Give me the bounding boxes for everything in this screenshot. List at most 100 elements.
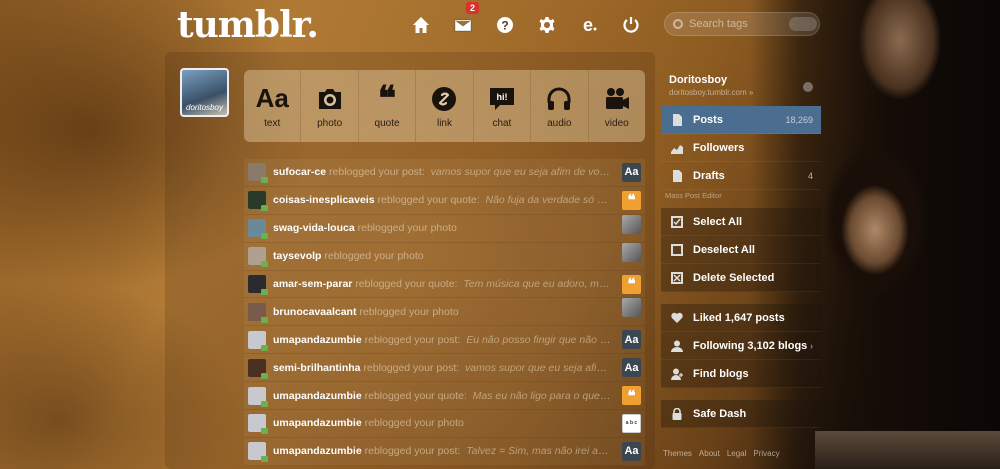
- text-type-icon[interactable]: Aa: [622, 330, 641, 350]
- post-excerpt[interactable]: vamos supor que eu seja afim de v...: [465, 362, 613, 374]
- reblogger-avatar[interactable]: [248, 302, 268, 323]
- activity-text: taysevolp reblogged your photo: [273, 250, 613, 262]
- reblogger-username[interactable]: taysevolp: [273, 250, 321, 262]
- reblogger-username[interactable]: swag-vida-louca: [273, 222, 355, 234]
- blog-settings-icon[interactable]: [803, 82, 813, 92]
- delete-selected-button[interactable]: Delete Selected: [661, 264, 821, 292]
- reblogger-username[interactable]: umapandazumbie: [273, 334, 362, 346]
- tumblr-logo[interactable]: tumblr.: [177, 4, 319, 46]
- post-excerpt[interactable]: Eu não posso fingir que não sinto...: [466, 334, 613, 346]
- reblogger-avatar[interactable]: [248, 247, 268, 268]
- reblogger-username[interactable]: umapandazumbie: [273, 417, 362, 429]
- photo-type-icon[interactable]: [622, 214, 641, 234]
- photo-type-icon[interactable]: [622, 298, 641, 318]
- post-type-label: text: [264, 117, 281, 129]
- reblogger-avatar[interactable]: [248, 358, 268, 379]
- activity-row[interactable]: umapandazumbie reblogged your post: Eu n…: [244, 326, 645, 355]
- footer-link-themes[interactable]: Themes: [663, 449, 692, 458]
- top-navigation: 2 ? e: [400, 2, 652, 40]
- inbox-button[interactable]: 2: [442, 2, 484, 40]
- select-all-button[interactable]: Select All: [661, 208, 821, 236]
- reblogger-avatar[interactable]: [248, 163, 268, 184]
- logout-button[interactable]: [610, 10, 652, 40]
- reblogger-avatar[interactable]: [248, 386, 268, 407]
- reblogger-avatar[interactable]: [248, 219, 268, 240]
- post-text-button[interactable]: Aa text: [244, 70, 302, 142]
- post-excerpt[interactable]: Talvez = Sim, mas não irei admitir...: [466, 445, 613, 457]
- settings-button[interactable]: [526, 10, 568, 40]
- sidebar-item-drafts[interactable]: Drafts 4: [661, 162, 821, 190]
- help-button[interactable]: ?: [484, 10, 526, 40]
- reblogger-username[interactable]: umapandazumbie: [273, 390, 362, 402]
- safe-dash-toggle[interactable]: Safe Dash: [661, 400, 821, 428]
- photo-figure-top: [820, 0, 970, 150]
- post-type-label: link: [436, 117, 452, 129]
- activity-row[interactable]: umapandazumbie reblogged your quote: Mas…: [244, 382, 645, 411]
- reblogger-avatar[interactable]: [248, 191, 268, 212]
- heart-icon: [671, 312, 683, 324]
- sidebar-item-followers[interactable]: Followers: [661, 134, 821, 162]
- sidebar-item-posts[interactable]: Posts 18,269: [661, 106, 821, 134]
- reblogger-username[interactable]: brunocavaalcant: [273, 306, 356, 318]
- activity-row[interactable]: sufocar-ce reblogged your post: vamos su…: [244, 159, 645, 187]
- activity-action: reblogged your post:: [363, 361, 460, 374]
- reblogger-avatar[interactable]: [248, 330, 268, 351]
- activity-row[interactable]: semi-brilhantinha reblogged your post: v…: [244, 354, 645, 383]
- reblogger-avatar[interactable]: [248, 442, 268, 463]
- activity-row[interactable]: swag-vida-louca reblogged your photo: [244, 214, 645, 243]
- reblogger-username[interactable]: semi-brilhantinha: [273, 362, 361, 374]
- sidebar-item-find-blogs[interactable]: Find blogs: [661, 360, 821, 388]
- footer-link-legal[interactable]: Legal: [727, 449, 747, 458]
- activity-text: swag-vida-louca reblogged your photo: [273, 222, 613, 234]
- sidebar-item-likes[interactable]: Liked 1,647 posts: [661, 304, 821, 332]
- user-avatar[interactable]: doritosboy: [180, 68, 229, 117]
- quote-type-icon[interactable]: ❝: [622, 190, 641, 210]
- footer-link-privacy[interactable]: Privacy: [753, 449, 779, 458]
- activity-row[interactable]: umapandazumbie reblogged your photo a b c: [244, 410, 645, 438]
- edit-appearance-button[interactable]: e: [568, 10, 610, 40]
- activity-row[interactable]: amar-sem-parar reblogged your quote: Tem…: [244, 270, 645, 299]
- gear-icon: [539, 17, 555, 33]
- post-excerpt[interactable]: Não fuja da verdade só porque...: [486, 194, 614, 206]
- post-quote-button[interactable]: ❝ quote: [359, 70, 417, 142]
- post-chat-button[interactable]: hi! chat: [474, 70, 532, 142]
- deselect-all-button[interactable]: Deselect All: [661, 236, 821, 264]
- activity-row[interactable]: brunocavaalcant reblogged your photo: [244, 298, 645, 327]
- photo-type-icon[interactable]: [622, 242, 641, 262]
- search-input[interactable]: [689, 18, 789, 30]
- reblogger-avatar[interactable]: [248, 275, 268, 295]
- post-video-button[interactable]: video: [589, 70, 645, 142]
- post-excerpt[interactable]: vamos supor que eu seja afim de você...: [431, 166, 613, 178]
- home-button[interactable]: [400, 10, 442, 40]
- activity-row[interactable]: umapandazumbie reblogged your post: Talv…: [244, 437, 645, 466]
- reblogger-avatar[interactable]: [248, 414, 268, 435]
- post-excerpt[interactable]: Tem música que eu adoro, mas ac...: [463, 278, 613, 290]
- footer-link-about[interactable]: About: [699, 449, 720, 458]
- mass-post-editor-link[interactable]: Mass Post Editor: [661, 190, 821, 204]
- reblogger-username[interactable]: coisas-inesplicaveis: [273, 194, 375, 206]
- text-type-icon[interactable]: Aa: [622, 162, 641, 182]
- activity-row[interactable]: coisas-inesplicaveis reblogged your quot…: [244, 186, 645, 215]
- document-icon: [671, 113, 683, 126]
- activity-action: reblogged your quote:: [364, 389, 467, 402]
- reblogger-username[interactable]: sufocar-ce: [273, 166, 326, 178]
- post-audio-button[interactable]: audio: [531, 70, 589, 142]
- blog-header[interactable]: Doritosboy doritosboy.tumblr.com »: [661, 70, 821, 106]
- blog-url[interactable]: doritosboy.tumblr.com »: [669, 88, 813, 97]
- activity-row[interactable]: taysevolp reblogged your photo: [244, 242, 645, 271]
- activity-text: umapandazumbie reblogged your photo: [273, 417, 613, 429]
- post-photo-button[interactable]: photo: [301, 70, 359, 142]
- text-type-icon[interactable]: Aa: [622, 441, 641, 461]
- search-toggle[interactable]: [789, 17, 817, 31]
- reblogger-username[interactable]: umapandazumbie: [273, 445, 362, 457]
- activity-action: reblogged your post:: [364, 333, 461, 346]
- quote-type-icon[interactable]: ❝: [622, 274, 641, 294]
- sidebar-item-following[interactable]: Following 3,102 blogs ›: [661, 332, 821, 360]
- reblogger-username[interactable]: amar-sem-parar: [273, 278, 352, 290]
- quote-type-icon[interactable]: ❝: [622, 386, 641, 406]
- photo-type-icon[interactable]: a b c: [622, 413, 641, 433]
- post-excerpt[interactable]: Mas eu não ligo para o que você...: [473, 390, 613, 402]
- post-link-button[interactable]: link: [416, 70, 474, 142]
- text-type-icon[interactable]: Aa: [622, 358, 641, 378]
- person-icon: [671, 340, 683, 352]
